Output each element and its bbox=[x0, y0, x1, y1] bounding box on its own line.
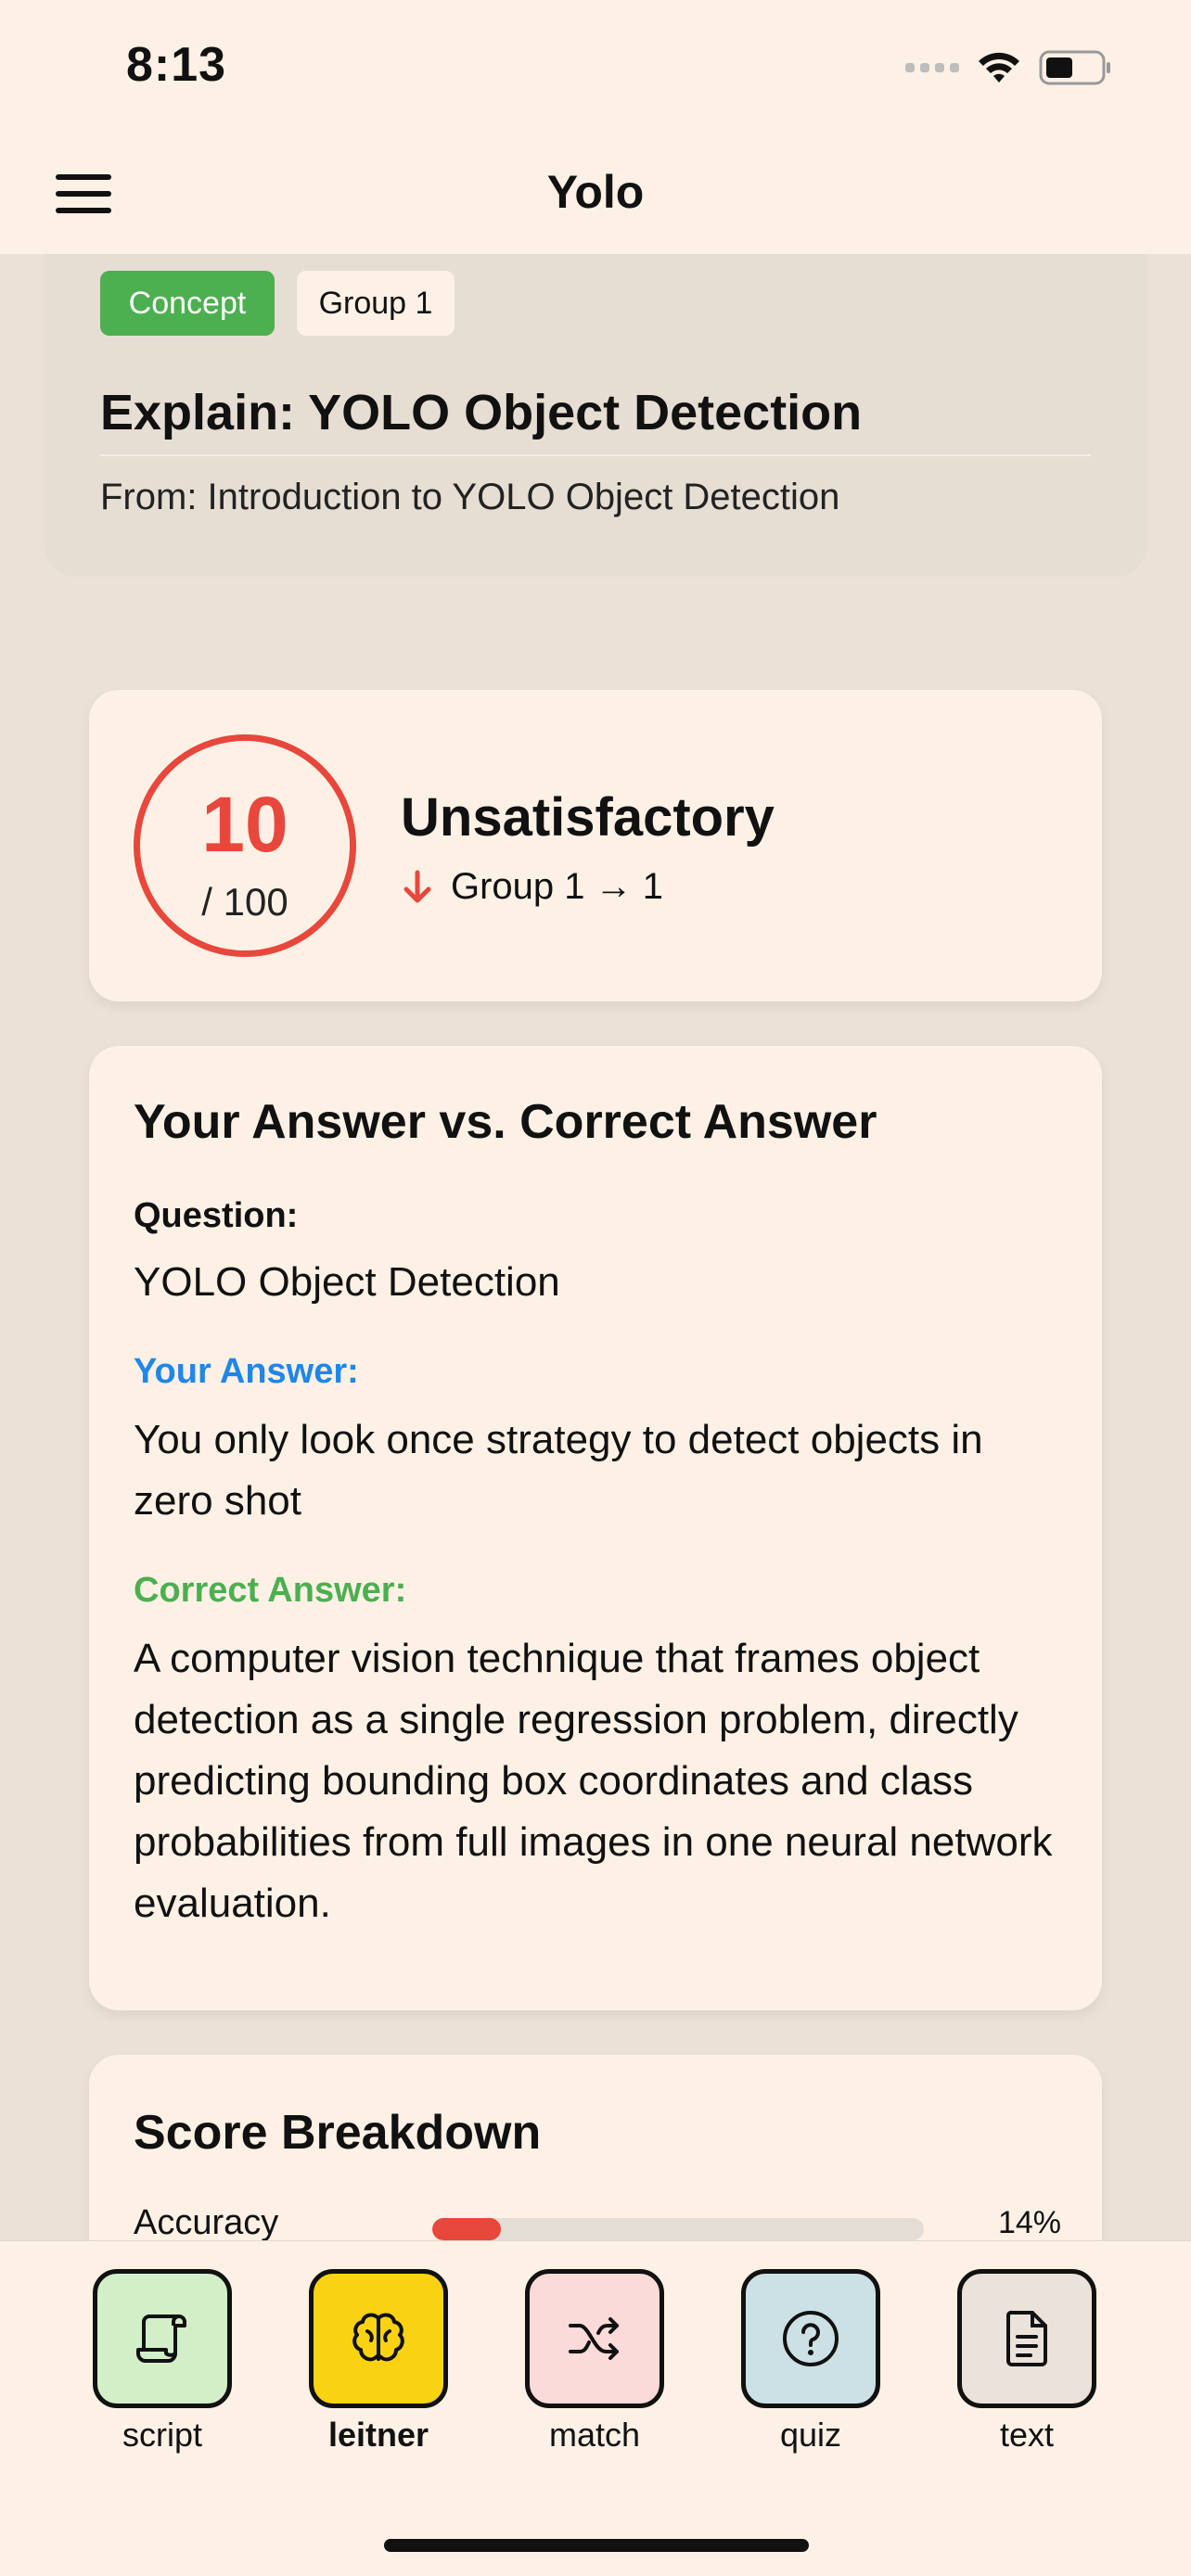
breakdown-bar bbox=[432, 2218, 924, 2240]
breakdown-value: 14% bbox=[997, 2205, 1061, 2240]
score-value: 10 bbox=[201, 781, 288, 868]
group-tag: Group 1 bbox=[297, 271, 455, 336]
breakdown-label: Accuracy bbox=[134, 2203, 279, 2242]
breakdown-bar-fill bbox=[432, 2218, 502, 2240]
score-ring: 10 / 100 bbox=[134, 734, 356, 957]
status-bar: 8:13 bbox=[0, 0, 1191, 139]
tab-bar: script leitner match quiz text bbox=[0, 2240, 1191, 2576]
cellular-signal-icon bbox=[905, 63, 959, 72]
tab-text[interactable]: text bbox=[957, 2269, 1096, 2455]
score-rating: Unsatisfactory bbox=[401, 787, 775, 848]
question-label: Question: bbox=[134, 1196, 299, 1235]
tab-label: quiz bbox=[779, 2416, 842, 2454]
tab-label: leitner bbox=[327, 2416, 429, 2454]
nav-header: Yolo bbox=[0, 139, 1191, 254]
correct-answer-text: A computer vision technique that frames … bbox=[134, 1636, 1053, 1926]
group-change-text: Group 1 → 1 bbox=[451, 866, 664, 907]
your-answer-label: Your Answer: bbox=[134, 1352, 359, 1391]
group-change: Group 1 → 1 bbox=[401, 866, 663, 908]
question-text: YOLO Object Detection bbox=[134, 1259, 560, 1305]
tab-script[interactable]: script bbox=[93, 2269, 232, 2455]
concept-title: Explain: YOLO Object Detection bbox=[100, 384, 1091, 456]
comparison-heading: Your Answer vs. Correct Answer bbox=[134, 1095, 877, 1149]
breakdown-heading: Score Breakdown bbox=[134, 2106, 542, 2160]
correct-answer-label: Correct Answer: bbox=[134, 1571, 407, 1610]
tab-match[interactable]: match bbox=[525, 2269, 664, 2455]
tab-label: match bbox=[548, 2416, 641, 2454]
document-icon bbox=[1005, 2311, 1047, 2366]
wifi-icon bbox=[979, 52, 1019, 83]
tab-label: script bbox=[122, 2416, 202, 2454]
tab-text-button[interactable] bbox=[957, 2269, 1096, 2408]
score-card: 10 / 100 Unsatisfactory Group 1 → 1 bbox=[89, 690, 1102, 1001]
status-time: 8:13 bbox=[126, 38, 227, 92]
tab-quiz-button[interactable] bbox=[741, 2269, 880, 2408]
status-icons bbox=[905, 45, 1113, 91]
concept-header-card: Concept Group 1 Explain: YOLO Object Det… bbox=[45, 254, 1146, 577]
tab-leitner[interactable]: leitner bbox=[309, 2269, 448, 2455]
home-indicator bbox=[384, 2539, 809, 2552]
concept-source: From: Introduction to YOLO Object Detect… bbox=[100, 477, 840, 517]
arrow-down-icon bbox=[403, 870, 431, 902]
tab-quiz[interactable]: quiz bbox=[741, 2269, 880, 2455]
tab-leitner-button[interactable] bbox=[309, 2269, 448, 2408]
your-answer-text: You only look once strategy to detect ob… bbox=[134, 1417, 983, 1524]
tab-script-button[interactable] bbox=[93, 2269, 232, 2408]
answer-comparison-card: Your Answer vs. Correct Answer Question:… bbox=[89, 1046, 1102, 2010]
brain-icon bbox=[352, 2313, 404, 2362]
score-max: / 100 bbox=[201, 880, 288, 924]
concept-tag: Concept bbox=[100, 271, 275, 336]
page-title: Yolo bbox=[546, 166, 645, 218]
scroll-icon bbox=[136, 2315, 186, 2363]
battery-icon bbox=[1039, 50, 1110, 85]
tab-label: text bbox=[999, 2416, 1055, 2454]
shuffle-icon bbox=[569, 2317, 619, 2360]
question-circle-icon bbox=[783, 2311, 839, 2366]
tab-match-button[interactable] bbox=[525, 2269, 664, 2408]
